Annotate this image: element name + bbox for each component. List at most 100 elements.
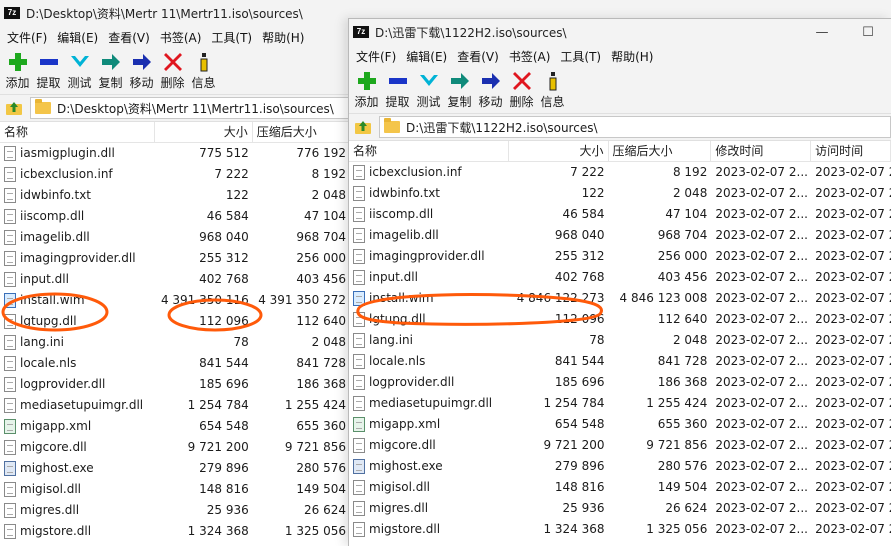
add-button[interactable]: 添加 xyxy=(2,52,33,91)
menu-view[interactable]: 查看(V) xyxy=(452,48,504,65)
file-row[interactable]: logprovider.dll 185 696 186 368 xyxy=(0,374,350,395)
file-row[interactable]: mighost.exe 279 896 280 576 2023-02-07 2...… xyxy=(349,456,891,477)
col-name-header[interactable]: 名称 xyxy=(349,140,509,162)
toolbar-button-label: 提取 xyxy=(36,76,61,90)
file-row[interactable]: migstore.dll 1 324 368 1 325 056 xyxy=(0,521,350,542)
file-row[interactable]: idwbinfo.txt 122 2 048 xyxy=(0,185,350,206)
menu-file[interactable]: 文件(F) xyxy=(2,29,52,46)
right-path-field[interactable]: D:\迅雷下载\1122H2.iso\sources\ xyxy=(379,116,891,138)
move-button[interactable]: 移动 xyxy=(475,71,506,110)
move-button[interactable]: 移动 xyxy=(126,52,157,91)
file-modified-cell: 2023-02-07 2... xyxy=(715,396,808,410)
col-accessed-header[interactable]: 访问时间 xyxy=(811,140,891,162)
move-icon xyxy=(479,71,503,91)
col-modified-header[interactable]: 修改时间 xyxy=(711,140,812,162)
file-row[interactable]: imagelib.dll 968 040 968 704 2023-02-07 2..… xyxy=(349,225,891,246)
menu-tools[interactable]: 工具(T) xyxy=(555,48,606,65)
delete-button[interactable]: 删除 xyxy=(506,71,537,110)
copy-button[interactable]: 复制 xyxy=(95,52,126,91)
file-row[interactable]: input.dll 402 768 403 456 xyxy=(0,269,350,290)
file-size-cell: 1 324 368 xyxy=(187,524,249,538)
file-row[interactable]: migstore.dll 1 324 368 1 325 056 2023-02-07… xyxy=(349,519,891,540)
file-row[interactable]: migisol.dll 148 816 149 504 2023-02-07 2...… xyxy=(349,477,891,498)
menu-help[interactable]: 帮助(H) xyxy=(606,48,658,65)
menu-edit[interactable]: 编辑(E) xyxy=(401,48,452,65)
menu-edit[interactable]: 编辑(E) xyxy=(52,29,103,46)
window-controls: — ☐ xyxy=(799,19,891,45)
menu-tools[interactable]: 工具(T) xyxy=(206,29,257,46)
file-row[interactable]: migapp.xml 654 548 655 360 xyxy=(0,416,350,437)
menu-help[interactable]: 帮助(H) xyxy=(257,29,309,46)
col-packed-header[interactable]: 压缩后大小 xyxy=(609,140,712,162)
menu-file[interactable]: 文件(F) xyxy=(351,48,401,65)
col-name-header[interactable]: 名称 xyxy=(0,121,156,143)
col-size-header[interactable]: 大小 xyxy=(509,140,609,162)
file-row[interactable]: migres.dll 25 936 26 624 xyxy=(0,500,350,521)
file-row[interactable]: imagingprovider.dll 255 312 256 000 2023-02… xyxy=(349,246,891,267)
file-accessed-cell: 2023-02-07 2... xyxy=(815,375,891,389)
maximize-button[interactable]: ☐ xyxy=(845,19,891,45)
file-row[interactable]: install.wim 4 846 122 273 4 846 123 008 202… xyxy=(349,288,891,309)
file-name-cell: install.wim xyxy=(0,290,155,311)
file-name-cell: lang.ini xyxy=(0,332,155,353)
info-button[interactable]: 信息 xyxy=(537,71,568,110)
file-packed-cell: 149 504 xyxy=(657,480,708,494)
file-row[interactable]: migcore.dll 9 721 200 9 721 856 2023-02-07 … xyxy=(349,435,891,456)
file-size-cell: 185 696 xyxy=(554,375,605,389)
7zip-app-icon: 7z xyxy=(353,26,369,38)
file-row[interactable]: locale.nls 841 544 841 728 xyxy=(0,353,350,374)
file-row[interactable]: mediasetupuimgr.dll 1 254 784 1 255 424 202… xyxy=(349,393,891,414)
file-row[interactable]: migapp.xml 654 548 655 360 2023-02-07 2... 2… xyxy=(349,414,891,435)
col-packed-header[interactable]: 压缩后大小 xyxy=(253,121,350,143)
file-row[interactable]: install.wim 4 391 350 116 4 391 350 272 xyxy=(0,290,350,311)
file-row[interactable]: icbexclusion.inf 7 222 8 192 2023-02-07 2..… xyxy=(349,162,891,183)
file-size-cell: 402 768 xyxy=(199,272,249,286)
file-row[interactable]: migcore.dll 9 721 200 9 721 856 xyxy=(0,437,350,458)
file-packed-cell: 280 576 xyxy=(296,461,346,475)
test-button[interactable]: 测试 xyxy=(64,52,95,91)
file-row[interactable]: migisol.dll 148 816 149 504 xyxy=(0,479,350,500)
minimize-button[interactable]: — xyxy=(799,19,845,45)
file-row[interactable]: lang.ini 78 2 048 2023-02-07 2... 2023-02-07… xyxy=(349,330,891,351)
file-row[interactable]: input.dll 402 768 403 456 2023-02-07 2... 20… xyxy=(349,267,891,288)
extract-button[interactable]: 提取 xyxy=(382,71,413,110)
file-row[interactable]: iiscomp.dll 46 584 47 104 xyxy=(0,206,350,227)
file-row[interactable]: migres.dll 25 936 26 624 2023-02-07 2... 202… xyxy=(349,498,891,519)
file-size-cell: 7 222 xyxy=(214,167,249,181)
add-button[interactable]: 添加 xyxy=(351,71,382,110)
file-row[interactable]: mediasetupuimgr.dll 1 254 784 1 255 424 xyxy=(0,395,350,416)
dll-file-icon xyxy=(4,482,16,497)
file-row[interactable]: idwbinfo.txt 122 2 048 2023-02-07 2... 2023-… xyxy=(349,183,891,204)
toolbar-button-label: 测试 xyxy=(416,95,441,109)
file-row[interactable]: iasmigplugin.dll 775 512 776 192 xyxy=(0,143,350,164)
file-row[interactable]: mighost.exe 279 896 280 576 xyxy=(0,458,350,479)
test-button[interactable]: 测试 xyxy=(413,71,444,110)
left-path-field[interactable]: D:\Desktop\资料\Mertr 11\Mertr11.iso\sourc… xyxy=(30,97,350,119)
menu-bookmarks[interactable]: 书签(A) xyxy=(155,29,207,46)
left-7zip-window: 7z D:\Desktop\资料\Mertr 11\Mertr11.iso\so… xyxy=(0,0,350,546)
file-name-cell: input.dll xyxy=(349,267,509,288)
info-button[interactable]: 信息 xyxy=(188,52,219,91)
file-row[interactable]: iiscomp.dll 46 584 47 104 2023-02-07 2... 20… xyxy=(349,204,891,225)
left-file-list: 名称 大小 压缩后大小 iasmigplugin.dll 775 512 776 1… xyxy=(0,121,350,542)
menu-bookmarks[interactable]: 书签(A) xyxy=(504,48,556,65)
file-row[interactable]: imagelib.dll 968 040 968 704 xyxy=(0,227,350,248)
menu-view[interactable]: 查看(V) xyxy=(103,29,155,46)
copy-button[interactable]: 复制 xyxy=(444,71,475,110)
extract-button[interactable]: 提取 xyxy=(33,52,64,91)
folder-up-button[interactable] xyxy=(351,116,375,138)
folder-up-button[interactable] xyxy=(2,97,26,119)
file-name: locale.nls xyxy=(369,354,426,368)
file-row[interactable]: logprovider.dll 185 696 186 368 2023-02-07 … xyxy=(349,372,891,393)
delete-button[interactable]: 删除 xyxy=(157,52,188,91)
file-row[interactable]: lgtupg.dll 112 096 112 640 xyxy=(0,311,350,332)
file-row[interactable]: lgtupg.dll 112 096 112 640 2023-02-07 2... 2… xyxy=(349,309,891,330)
file-row[interactable]: imagingprovider.dll 255 312 256 000 xyxy=(0,248,350,269)
col-size-header[interactable]: 大小 xyxy=(155,121,253,143)
file-row[interactable]: locale.nls 841 544 841 728 2023-02-07 2... 2… xyxy=(349,351,891,372)
file-packed-cell: 47 104 xyxy=(304,209,346,223)
file-row[interactable]: icbexclusion.inf 7 222 8 192 xyxy=(0,164,350,185)
file-name: migstore.dll xyxy=(20,524,92,538)
file-row[interactable]: lang.ini 78 2 048 xyxy=(0,332,350,353)
file-name: migcore.dll xyxy=(20,440,87,454)
